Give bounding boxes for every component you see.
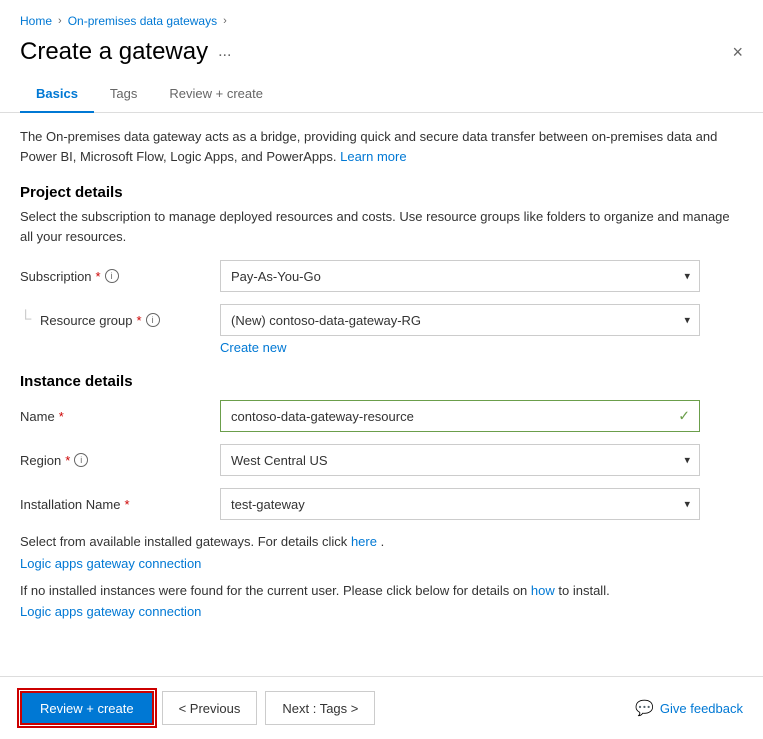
region-control: West Central US ▾: [220, 444, 700, 476]
project-details-desc: Select the subscription to manage deploy…: [20, 207, 743, 246]
installation-row: Installation Name * test-gateway ▾: [20, 488, 743, 520]
region-select[interactable]: West Central US: [220, 444, 700, 476]
name-control: ✓: [220, 400, 700, 432]
region-label: Region * i: [20, 453, 220, 468]
subscription-required: *: [96, 269, 101, 284]
footer: Review + create < Previous Next : Tags >…: [0, 676, 763, 739]
breadcrumb: Home › On-premises data gateways ›: [0, 0, 763, 34]
give-feedback-button[interactable]: 💬 Give feedback: [635, 699, 743, 717]
gateway-info-text: Select from available installed gateways…: [20, 532, 743, 552]
more-icon[interactable]: ...: [218, 43, 231, 61]
resource-group-required: *: [137, 313, 142, 328]
close-icon[interactable]: ×: [732, 42, 743, 63]
subscription-info-icon[interactable]: i: [105, 269, 119, 283]
resource-group-info-icon[interactable]: i: [146, 313, 160, 327]
resource-group-select[interactable]: (New) contoso-data-gateway-RG: [220, 304, 700, 336]
feedback-icon: 💬: [635, 699, 654, 717]
content-area: The On-premises data gateway acts as a b…: [0, 127, 763, 676]
gateway-description: The On-premises data gateway acts as a b…: [20, 127, 743, 166]
installation-required: *: [124, 497, 129, 512]
name-input[interactable]: [220, 400, 700, 432]
here-link[interactable]: here: [351, 534, 377, 549]
subscription-row: Subscription * i Pay-As-You-Go ▾: [20, 260, 743, 292]
create-new-link[interactable]: Create new: [20, 340, 743, 355]
name-row: Name * ✓: [20, 400, 743, 432]
resource-group-label: Resource group * i: [40, 313, 220, 328]
page-header: Create a gateway ... ×: [0, 34, 763, 78]
how-link[interactable]: how: [531, 583, 555, 598]
region-info-icon[interactable]: i: [74, 453, 88, 467]
name-label: Name *: [20, 409, 220, 424]
installation-control: test-gateway ▾: [220, 488, 700, 520]
name-required: *: [59, 409, 64, 424]
region-required: *: [65, 453, 70, 468]
logic-apps-link-1[interactable]: Logic apps gateway connection: [20, 556, 201, 571]
subscription-control: Pay-As-You-Go ▾: [220, 260, 700, 292]
resource-group-row: └ Resource group * i (New) contoso-data-…: [20, 304, 743, 336]
subscription-select[interactable]: Pay-As-You-Go: [220, 260, 700, 292]
subscription-label: Subscription * i: [20, 269, 220, 284]
instance-details-heading: Instance details: [20, 373, 743, 390]
page-title: Create a gateway: [20, 38, 208, 66]
resource-indent-icon: └: [20, 311, 40, 329]
tab-tags[interactable]: Tags: [94, 78, 153, 113]
instance-details-section: Instance details Name * ✓ Region * i: [20, 373, 743, 619]
tab-review-create[interactable]: Review + create: [153, 78, 279, 113]
tabs-container: Basics Tags Review + create: [0, 78, 763, 113]
next-button[interactable]: Next : Tags >: [265, 691, 375, 725]
breadcrumb-section[interactable]: On-premises data gateways: [68, 14, 217, 28]
page-container: Home › On-premises data gateways › Creat…: [0, 0, 763, 739]
review-create-button[interactable]: Review + create: [20, 691, 154, 725]
project-details-heading: Project details: [20, 184, 743, 201]
breadcrumb-sep-1: ›: [58, 15, 62, 27]
installation-label: Installation Name *: [20, 497, 220, 512]
region-row: Region * i West Central US ▾: [20, 444, 743, 476]
logic-apps-link-2[interactable]: Logic apps gateway connection: [20, 604, 201, 619]
page-title-row: Create a gateway ...: [20, 38, 231, 66]
breadcrumb-sep-2: ›: [223, 15, 227, 27]
name-check-icon: ✓: [678, 408, 690, 425]
learn-more-link[interactable]: Learn more: [340, 149, 406, 164]
warning-info-text: If no installed instances were found for…: [20, 581, 743, 601]
tab-basics[interactable]: Basics: [20, 78, 94, 113]
installation-select[interactable]: test-gateway: [220, 488, 700, 520]
give-feedback-label: Give feedback: [660, 701, 743, 716]
breadcrumb-home[interactable]: Home: [20, 14, 52, 28]
previous-button[interactable]: < Previous: [162, 691, 258, 725]
resource-group-control: (New) contoso-data-gateway-RG ▾: [220, 304, 700, 336]
